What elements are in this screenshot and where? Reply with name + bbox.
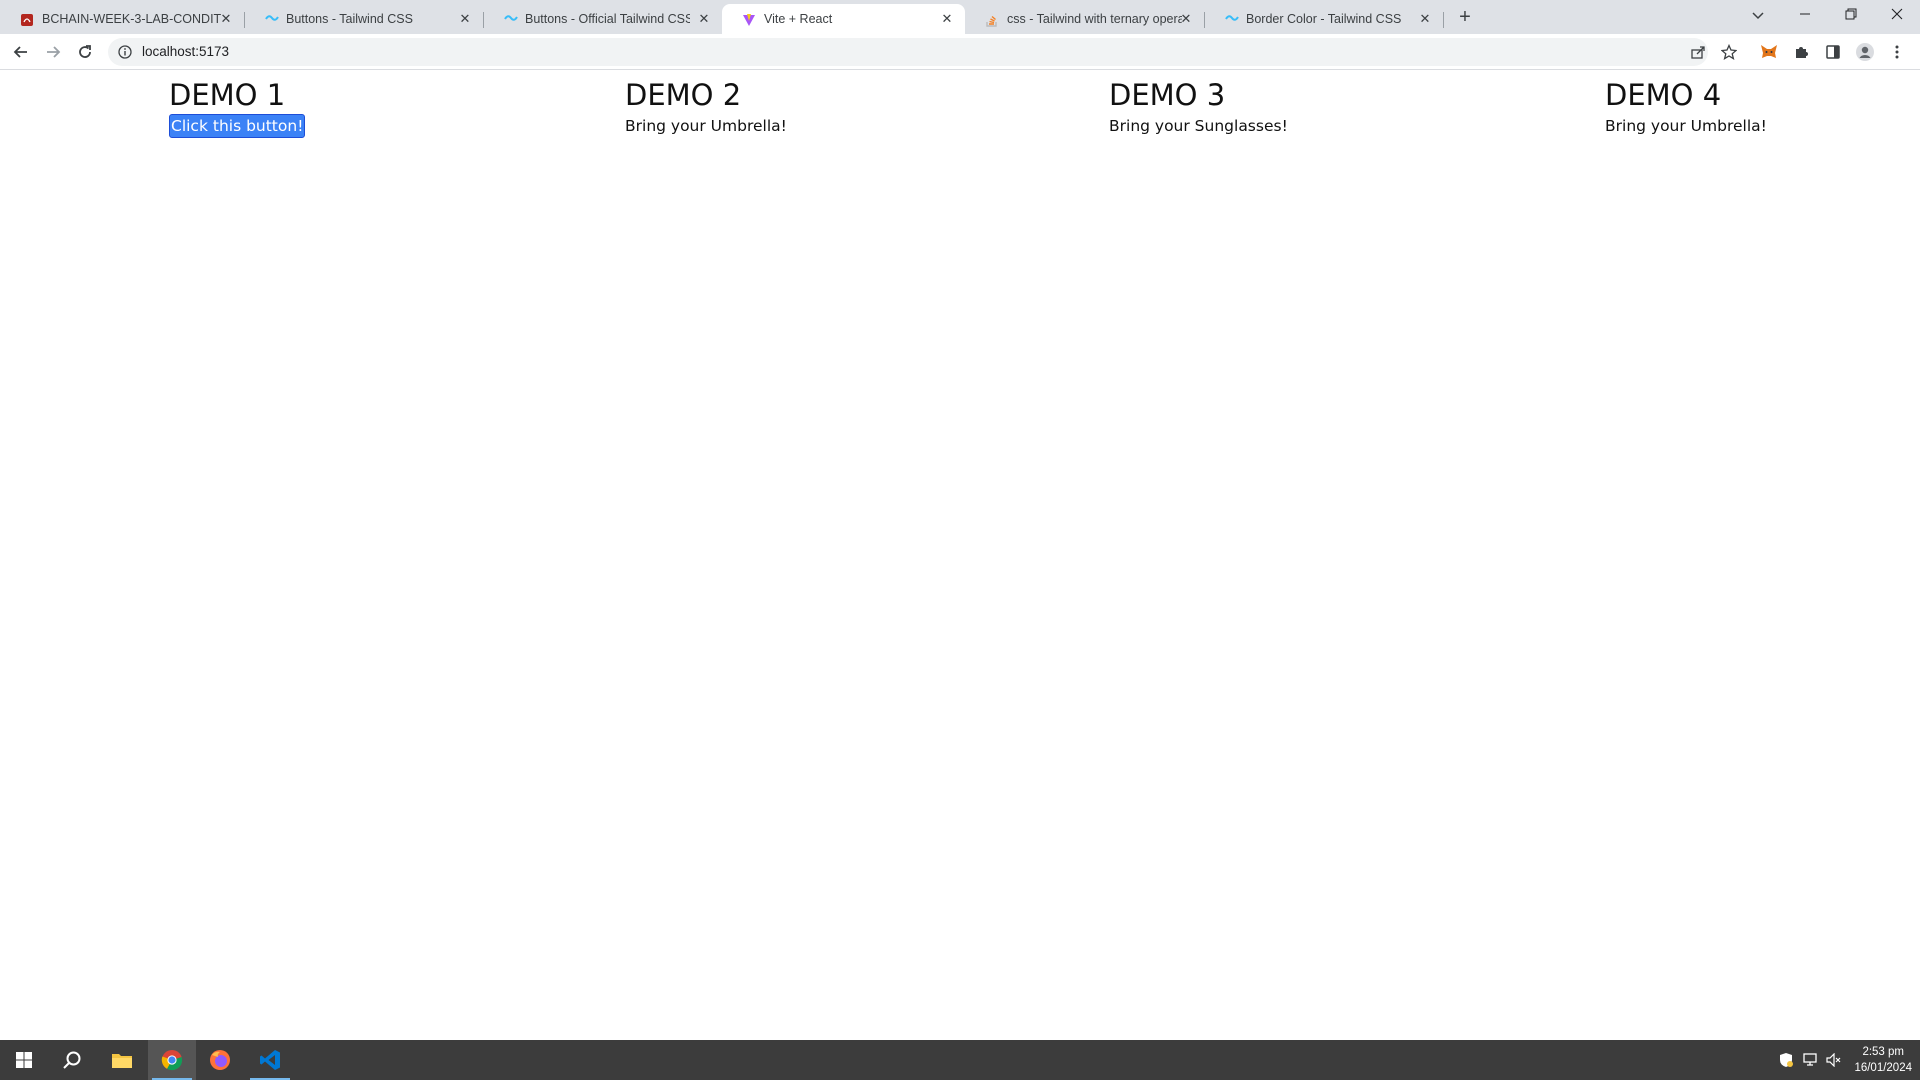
site-info-icon[interactable] <box>118 45 132 59</box>
close-icon[interactable]: ✕ <box>457 11 473 27</box>
taskbar-clock[interactable]: 2:53 pm 16/01/2024 <box>1854 1044 1912 1076</box>
demo-4: DEMO 4 Bring your Umbrella! <box>1605 77 1767 137</box>
close-icon[interactable]: ✕ <box>939 11 955 27</box>
windows-taskbar: 2:53 pm 16/01/2024 <box>0 1040 1920 1080</box>
tailwind-icon <box>503 13 518 27</box>
more-menu-icon[interactable] <box>1887 42 1907 62</box>
clock-time: 2:53 pm <box>1862 1046 1904 1058</box>
reload-button[interactable] <box>73 40 97 64</box>
forward-button[interactable] <box>41 40 65 64</box>
demo-3: DEMO 3 Bring your Sunglasses! <box>1109 77 1288 137</box>
close-window-button[interactable] <box>1874 0 1920 30</box>
demo-heading: DEMO 1 <box>169 78 286 112</box>
tab-title: Buttons - Tailwind CSS <box>286 12 413 26</box>
demo-heading: DEMO 4 <box>1605 78 1722 112</box>
bookmark-star-icon[interactable] <box>1719 42 1739 62</box>
demo-message: Bring your Sunglasses! <box>1109 117 1288 135</box>
metamask-extension-icon[interactable] <box>1759 42 1779 62</box>
new-tab-button[interactable]: + <box>1454 7 1476 29</box>
tab-title: css - Tailwind with ternary operat <box>1007 12 1182 26</box>
windows-start-icon[interactable] <box>0 1040 48 1080</box>
restore-button[interactable] <box>1828 0 1874 30</box>
tab-title: Buttons - Official Tailwind CSS UI <box>525 12 690 26</box>
close-icon[interactable]: ✕ <box>696 11 712 27</box>
close-icon[interactable]: ✕ <box>218 11 234 27</box>
clock-date: 16/01/2024 <box>1854 1062 1912 1074</box>
tab-separator <box>1443 12 1444 28</box>
back-arrow-icon <box>13 46 27 58</box>
demo-message: Bring your Umbrella! <box>625 117 787 135</box>
tab-buttons-official-tailwind[interactable]: Buttons - Official Tailwind CSS UI ✕ <box>483 4 723 34</box>
close-icon[interactable]: ✕ <box>1417 11 1433 27</box>
extensions-puzzle-icon[interactable] <box>1791 42 1811 62</box>
volume-muted-icon[interactable] <box>1822 1053 1846 1067</box>
share-icon[interactable] <box>1688 42 1708 62</box>
pdf-icon <box>20 13 34 27</box>
tab-vite-react[interactable]: Vite + React ✕ <box>722 4 965 34</box>
demo-heading: DEMO 2 <box>625 78 742 112</box>
stackoverflow-icon <box>985 13 999 27</box>
search-icon[interactable] <box>48 1040 96 1080</box>
system-tray <box>1774 1040 1846 1080</box>
security-shield-icon[interactable] <box>1774 1052 1798 1068</box>
demo-heading: DEMO 3 <box>1109 78 1226 112</box>
vite-icon <box>742 13 756 27</box>
tab-title: Border Color - Tailwind CSS <box>1246 12 1402 26</box>
demo-message: Bring your Umbrella! <box>1605 117 1767 135</box>
forward-arrow-icon <box>47 46 61 58</box>
file-explorer-icon[interactable] <box>98 1040 146 1080</box>
tab-search-chevron-icon[interactable] <box>1735 0 1781 30</box>
profile-avatar-icon[interactable] <box>1855 42 1875 62</box>
tailwind-icon <box>264 13 279 27</box>
reload-icon <box>79 45 91 58</box>
network-icon[interactable] <box>1798 1053 1822 1067</box>
minimize-button[interactable] <box>1782 0 1828 30</box>
demo-2: DEMO 2 Bring your Umbrella! <box>625 77 787 137</box>
vscode-icon[interactable] <box>246 1040 294 1080</box>
page-viewport: DEMO 1 Click this button! DEMO 2 Bring y… <box>0 71 1920 1040</box>
chrome-icon[interactable] <box>148 1040 196 1080</box>
tab-title: Vite + React <box>764 12 833 26</box>
tab-border-color-tailwind[interactable]: Border Color - Tailwind CSS ✕ <box>1204 4 1444 34</box>
browser-toolbar: localhost:5173 <box>0 34 1920 70</box>
tab-title: BCHAIN-WEEK-3-LAB-CONDITIO <box>42 12 222 26</box>
tab-buttons-tailwind[interactable]: Buttons - Tailwind CSS ✕ <box>244 4 484 34</box>
firefox-icon[interactable] <box>196 1040 244 1080</box>
close-icon[interactable]: ✕ <box>1178 11 1194 27</box>
tab-stackoverflow[interactable]: css - Tailwind with ternary operat ✕ <box>965 4 1205 34</box>
demo-1: DEMO 1 Click this button! <box>169 77 306 138</box>
tailwind-icon <box>1224 13 1239 27</box>
back-button[interactable] <box>9 40 33 64</box>
side-panel-icon[interactable] <box>1823 42 1843 62</box>
tab-strip: BCHAIN-WEEK-3-LAB-CONDITIO ✕ Buttons - T… <box>0 0 1920 34</box>
url-text: localhost:5173 <box>142 44 230 59</box>
click-this-button[interactable]: Click this button! <box>169 114 306 138</box>
tab-bchain-pdf[interactable]: BCHAIN-WEEK-3-LAB-CONDITIO ✕ <box>0 4 245 34</box>
address-bar[interactable]: localhost:5173 <box>108 38 1708 66</box>
